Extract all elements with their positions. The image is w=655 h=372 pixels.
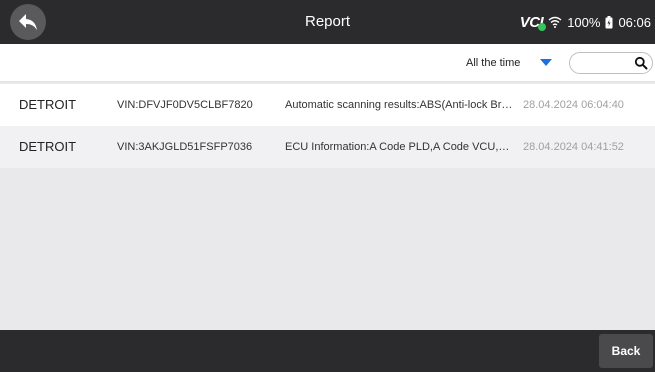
time-range-dropdown[interactable]: All the time bbox=[461, 52, 557, 74]
report-make: DETROIT bbox=[19, 97, 77, 112]
time-range-value: All the time bbox=[466, 57, 521, 69]
vci-connected-dot bbox=[538, 22, 547, 31]
report-make: DETROIT bbox=[19, 139, 77, 154]
report-vin: VIN:3AKJGLD51FSFP7036 bbox=[117, 141, 253, 153]
battery-percent: 100% bbox=[567, 14, 601, 30]
filter-bar: All the time bbox=[0, 44, 655, 82]
search-input[interactable] bbox=[578, 55, 630, 71]
clock: 06:06 bbox=[618, 14, 651, 30]
report-description: ECU Information:A Code PLD,A Code VCU,Di… bbox=[285, 141, 513, 153]
vci-status: VCI bbox=[520, 14, 547, 31]
report-vin: VIN:DFVJF0DV5CLBF7820 bbox=[117, 99, 253, 111]
report-list: DETROIT VIN:DFVJF0DV5CLBF7820 Automatic … bbox=[0, 84, 655, 330]
dropdown-caret-icon bbox=[540, 59, 552, 66]
report-description: Automatic scanning results:ABS(Anti-lock… bbox=[285, 99, 513, 111]
report-datetime: 28.04.2024 04:41:52 bbox=[523, 141, 624, 153]
wifi-icon bbox=[548, 16, 562, 28]
battery-icon bbox=[605, 15, 613, 29]
bottom-bar: Back bbox=[0, 330, 655, 372]
report-screen: Report VCI 100% 06:06 All the time DETRO… bbox=[0, 0, 655, 372]
search-icon[interactable] bbox=[634, 56, 648, 70]
back-button[interactable] bbox=[10, 4, 46, 40]
back-text-button[interactable]: Back bbox=[599, 334, 653, 368]
search-box bbox=[569, 52, 653, 74]
back-arrow-icon bbox=[19, 14, 37, 30]
report-datetime: 28.04.2024 06:04:40 bbox=[523, 99, 624, 111]
status-area: VCI 100% 06:06 bbox=[520, 0, 651, 44]
report-row[interactable]: DETROIT VIN:3AKJGLD51FSFP7036 ECU Inform… bbox=[0, 126, 655, 168]
report-row[interactable]: DETROIT VIN:DFVJF0DV5CLBF7820 Automatic … bbox=[0, 84, 655, 126]
top-bar: Report VCI 100% 06:06 bbox=[0, 0, 655, 44]
